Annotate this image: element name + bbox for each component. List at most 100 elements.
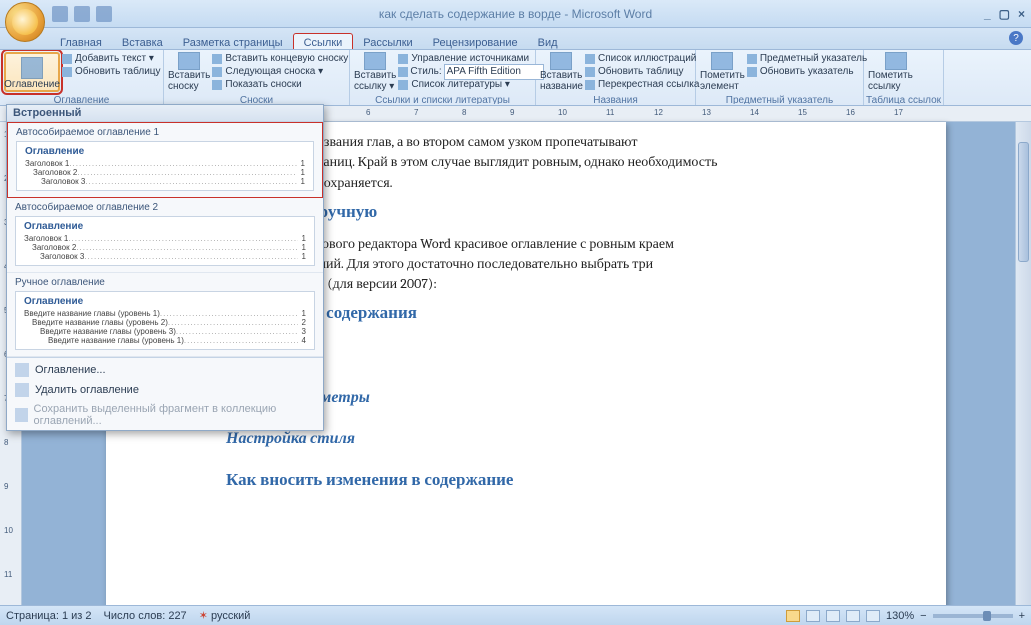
- mark-citation-button[interactable]: Пометить ссылку: [868, 52, 924, 92]
- group-index: Предметный указатель: [696, 94, 863, 104]
- help-icon[interactable]: ?: [1009, 31, 1023, 45]
- body-text: прописывают названия глав, а во втором с…: [226, 132, 916, 152]
- window-title: как сделать содержание в ворде - Microso…: [379, 7, 652, 21]
- minimize-button[interactable]: _: [984, 7, 991, 21]
- body-text: овые номера страниц. Край в этом случае …: [226, 152, 916, 172]
- insert-toc-icon: [15, 363, 29, 377]
- tab-mailings[interactable]: Рассылки: [353, 34, 422, 49]
- zoom-slider[interactable]: [933, 614, 1013, 618]
- zoom-value[interactable]: 130%: [886, 610, 914, 622]
- index-icon: [747, 54, 757, 64]
- add-text-button[interactable]: Добавить текст ▾: [62, 52, 161, 65]
- mark-label: Пометить элемент: [700, 70, 745, 92]
- redo-icon[interactable]: [96, 6, 112, 22]
- heading-3: Настройка стиля: [226, 427, 916, 450]
- view-full-screen[interactable]: [806, 610, 820, 622]
- group-citations: Ссылки и списки литературы: [350, 94, 535, 104]
- maximize-button[interactable]: ▢: [999, 7, 1010, 21]
- mark-cite-label: Пометить ссылку: [868, 70, 924, 92]
- tab-insert[interactable]: Вставка: [112, 34, 173, 49]
- insert-endnote-button[interactable]: Вставить концевую сноску: [212, 52, 348, 65]
- tab-review[interactable]: Рецензирование: [423, 34, 528, 49]
- insert-citation-button[interactable]: Вставить ссылку ▾: [354, 52, 396, 92]
- body-text: в друга функции (для версии 2007):: [226, 274, 916, 294]
- menu-insert-toc[interactable]: Оглавление...: [7, 360, 323, 380]
- list-illustrations-button[interactable]: Список иллюстраций: [585, 52, 699, 65]
- body-text: корректировки сохраняется.: [226, 173, 916, 193]
- toc-gallery: Встроенный Автособираемое оглавление 1 О…: [6, 104, 324, 431]
- footnote-label: Вставить сноску: [168, 70, 210, 92]
- vertical-scrollbar[interactable]: [1015, 122, 1031, 605]
- tab-view[interactable]: Вид: [528, 34, 568, 49]
- next-footnote-button[interactable]: Следующая сноска ▾: [212, 65, 348, 78]
- view-draft[interactable]: [866, 610, 880, 622]
- menu-remove-toc[interactable]: Удалить оглавление: [7, 380, 323, 400]
- cross-reference-button[interactable]: Перекрестная ссылка: [585, 78, 699, 91]
- menu-save-selection: Сохранить выделенный фрагмент в коллекци…: [7, 400, 323, 430]
- remove-toc-icon: [15, 383, 29, 397]
- show-icon: [212, 80, 222, 90]
- toc-preview: Оглавление Заголовок 1..................…: [16, 141, 314, 191]
- save-icon[interactable]: [52, 6, 68, 22]
- crossref-icon: [585, 80, 595, 90]
- plus-icon: [62, 54, 72, 64]
- heading-2: матического содержания: [226, 302, 916, 327]
- view-outline[interactable]: [846, 610, 860, 622]
- title-bar: как сделать содержание в ворде - Microso…: [0, 0, 1031, 28]
- refresh-icon: [62, 67, 72, 77]
- toc-button[interactable]: Оглавление: [4, 52, 60, 92]
- bibliography-button[interactable]: Список литературы ▾: [398, 78, 543, 91]
- caption-icon: [550, 52, 572, 70]
- gallery-section-builtin: Встроенный: [7, 105, 323, 122]
- status-lang[interactable]: ✶ русский: [199, 609, 251, 622]
- status-bar: Страница: 1 из 2 Число слов: 227 ✶ русск…: [0, 605, 1031, 625]
- update-captions-button[interactable]: Обновить таблицу: [585, 65, 699, 78]
- heading-3: вкладке Параметры: [226, 386, 916, 409]
- show-footnotes-button[interactable]: Показать сноски: [212, 78, 348, 91]
- undo-icon[interactable]: [74, 6, 90, 22]
- ribbon-tabs: Главная Вставка Разметка страницы Ссылки…: [0, 28, 1031, 50]
- tab-home[interactable]: Главная: [50, 34, 112, 49]
- quick-access-toolbar: [52, 6, 112, 22]
- body-text: трументов текстового редактора Word крас…: [226, 234, 916, 254]
- close-button[interactable]: ×: [1018, 7, 1025, 21]
- status-page[interactable]: Страница: 1 из 2: [6, 610, 92, 622]
- mark-index-button[interactable]: Пометить элемент: [700, 52, 745, 92]
- update-index-button[interactable]: Обновить указатель: [747, 65, 867, 78]
- insert-caption-button[interactable]: Вставить название: [540, 52, 583, 92]
- group-footnotes: Сноски: [164, 94, 349, 104]
- view-print-layout[interactable]: [786, 610, 800, 622]
- next-icon: [212, 67, 222, 77]
- insert-index-button[interactable]: Предметный указатель: [747, 52, 867, 65]
- gallery-item-auto2[interactable]: Автособираемое оглавление 2 Оглавление З…: [7, 198, 323, 273]
- footnote-icon: [178, 52, 200, 70]
- save-toc-icon: [15, 408, 28, 422]
- citation-label: Вставить ссылку ▾: [354, 70, 396, 92]
- refresh3-icon: [747, 67, 757, 77]
- zoom-out-button[interactable]: −: [920, 610, 926, 622]
- style-icon: [398, 67, 408, 77]
- office-button[interactable]: [5, 2, 45, 42]
- list-icon: [585, 54, 595, 64]
- toc-preview: Оглавление Введите название главы (урове…: [15, 291, 315, 350]
- biblio-icon: [398, 80, 408, 90]
- status-words[interactable]: Число слов: 227: [104, 610, 187, 622]
- update-toc-button[interactable]: Обновить таблицу: [62, 65, 161, 78]
- heading-3: е оглавление: [226, 345, 916, 368]
- gallery-item-auto1[interactable]: Автособираемое оглавление 1 Оглавление З…: [7, 122, 323, 198]
- view-web[interactable]: [826, 610, 840, 622]
- citation-style-row: Стиль: APA Fifth Edition: [398, 65, 543, 78]
- zoom-in-button[interactable]: +: [1019, 610, 1025, 622]
- toc-preview: Оглавление Заголовок 1..................…: [15, 216, 315, 266]
- endnote-icon: [212, 54, 222, 64]
- tab-references[interactable]: Ссылки: [293, 33, 354, 49]
- mark-cite-icon: [885, 52, 907, 70]
- toc-button-label: Оглавление: [4, 79, 60, 90]
- insert-footnote-button[interactable]: Вставить сноску: [168, 52, 210, 92]
- tab-layout[interactable]: Разметка страницы: [173, 34, 293, 49]
- scroll-thumb[interactable]: [1018, 142, 1029, 262]
- group-captions: Названия: [536, 94, 695, 104]
- gallery-item-manual[interactable]: Ручное оглавление Оглавление Введите наз…: [7, 273, 323, 357]
- ribbon: Оглавление Добавить текст ▾ Обновить таб…: [0, 50, 1031, 106]
- group-authorities: Таблица ссылок: [864, 94, 943, 104]
